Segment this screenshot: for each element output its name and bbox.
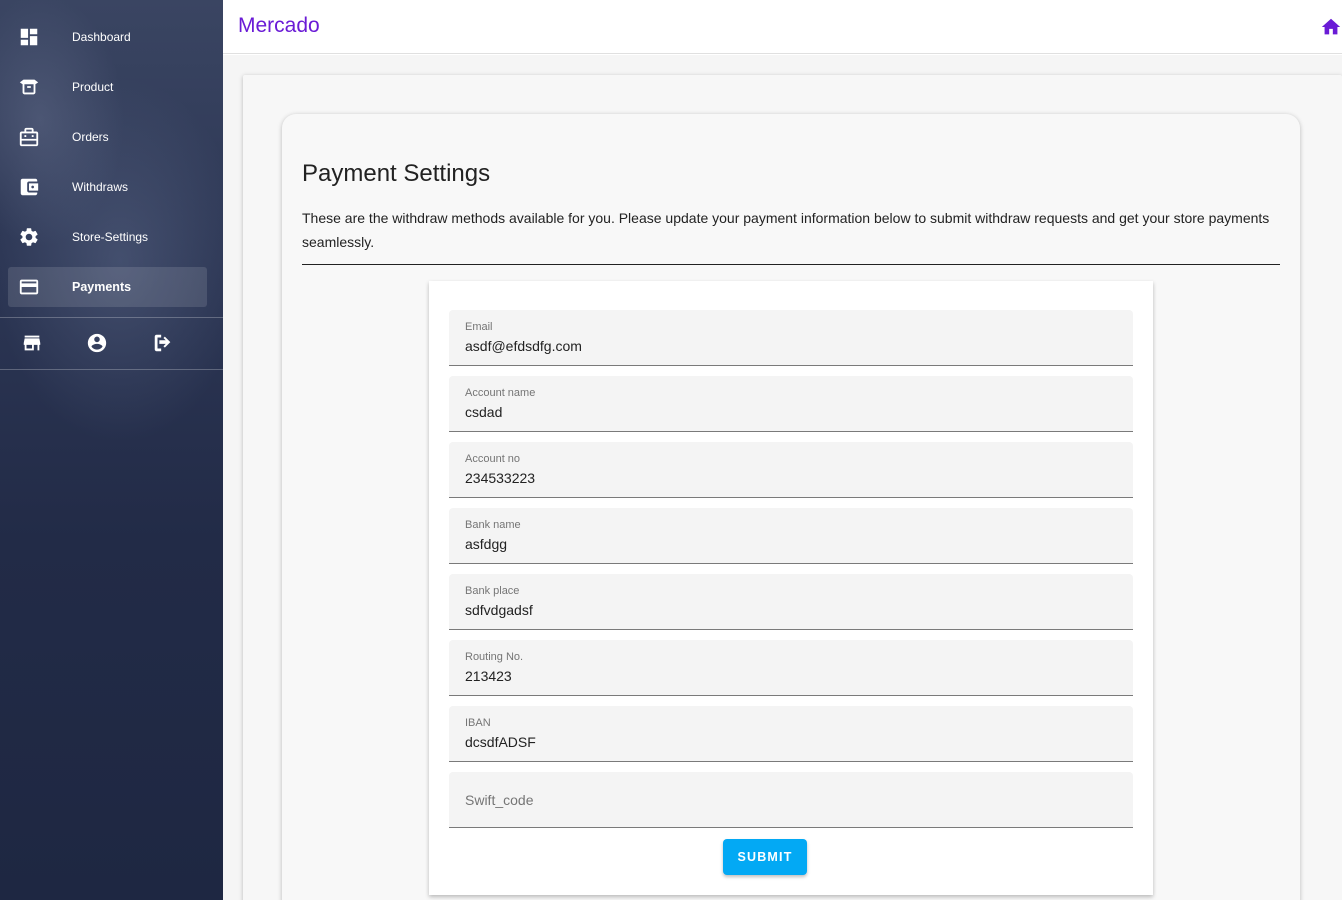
logout-icon[interactable] (150, 330, 176, 356)
payment-settings-card: Payment Settings These are the withdraw … (282, 114, 1300, 900)
sidebar-divider (0, 369, 223, 370)
field-label: IBAN (465, 717, 491, 729)
field-label: Bank place (465, 585, 520, 597)
sidebar-item-product[interactable]: Product (8, 67, 207, 107)
field-value: 213423 (465, 668, 512, 684)
field-label: Routing No. (465, 651, 524, 663)
routing-no-field[interactable]: Routing No. 213423 (449, 640, 1133, 696)
sidebar-actions (0, 330, 223, 360)
sidebar-item-withdraws[interactable]: Withdraws (8, 167, 207, 207)
home-icon[interactable] (1320, 16, 1342, 38)
field-placeholder: Swift_code (465, 792, 534, 808)
sidebar: Dashboard Product Orders Withdraws Store… (0, 0, 223, 900)
field-label: Account name (465, 387, 536, 399)
field-value: dcsdfADSF (465, 734, 536, 750)
page-title: Payment Settings (302, 160, 491, 187)
field-value: 234533223 (465, 470, 536, 486)
sidebar-item-label: Store-Settings (72, 230, 149, 244)
iban-field[interactable]: IBAN dcsdfADSF (449, 706, 1133, 762)
field-value: sdfvdgadsf (465, 602, 533, 618)
orders-icon (18, 126, 40, 148)
payment-form: Email asdf@efdsdfg.com Account name csda… (429, 281, 1153, 895)
gear-icon (18, 226, 40, 248)
field-value: asdf@efdsdfg.com (465, 338, 582, 354)
sidebar-item-label: Withdraws (72, 180, 129, 194)
field-value: csdad (465, 404, 503, 420)
submit-button[interactable]: SUBMIT (723, 839, 807, 875)
field-label: Bank name (465, 519, 521, 531)
account-icon[interactable] (84, 330, 110, 356)
sidebar-item-dashboard[interactable]: Dashboard (8, 17, 207, 57)
sidebar-item-label: Dashboard (72, 30, 131, 44)
sidebar-item-orders[interactable]: Orders (8, 117, 207, 157)
email-field[interactable]: Email asdf@efdsdfg.com (449, 310, 1133, 366)
wallet-icon (18, 176, 40, 198)
sidebar-item-store-settings[interactable]: Store-Settings (8, 217, 207, 257)
sidebar-item-label: Orders (72, 130, 109, 144)
field-label: Account no (465, 453, 521, 465)
brand-title[interactable]: Mercado (238, 14, 320, 38)
account-name-field[interactable]: Account name csdad (449, 376, 1133, 432)
credit-card-icon (18, 276, 40, 298)
sidebar-item-label: Product (72, 80, 114, 94)
sidebar-divider (0, 317, 223, 318)
section-divider (302, 264, 1280, 265)
sidebar-item-label: Payments (72, 280, 132, 294)
page-description: These are the withdraw methods available… (302, 210, 1270, 250)
swift-code-field[interactable]: Swift_code (449, 772, 1133, 828)
box-icon (18, 76, 40, 98)
top-bar: Mercado (223, 0, 1342, 54)
account-no-field[interactable]: Account no 234533223 (449, 442, 1133, 498)
store-icon[interactable] (19, 330, 45, 356)
dashboard-icon (18, 26, 40, 48)
field-value: asfdgg (465, 536, 508, 552)
bank-name-field[interactable]: Bank name asfdgg (449, 508, 1133, 564)
field-label: Email (465, 321, 493, 333)
sidebar-item-payments[interactable]: Payments (8, 267, 207, 307)
bank-place-field[interactable]: Bank place sdfvdgadsf (449, 574, 1133, 630)
